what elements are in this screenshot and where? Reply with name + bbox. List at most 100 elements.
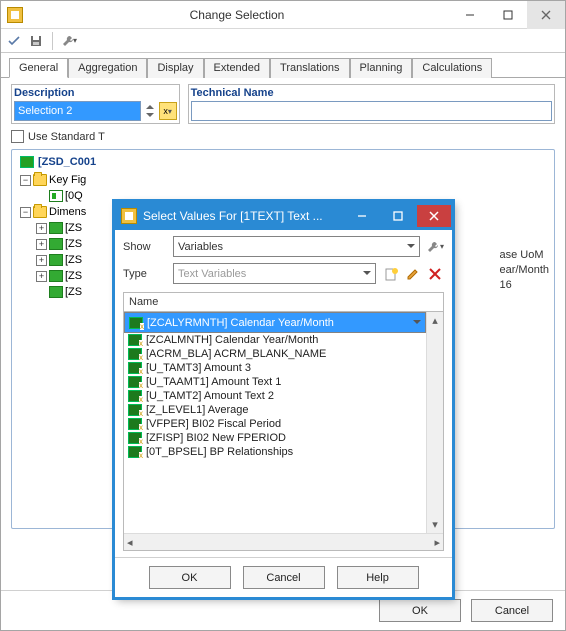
toolbar-separator: [52, 32, 53, 50]
collapse-icon[interactable]: −: [20, 207, 31, 218]
dialog-titlebar[interactable]: Select Values For [1TEXT] Text ...: [115, 202, 452, 230]
dialog-minimize-button[interactable]: [345, 205, 379, 227]
dialog-help-button[interactable]: Help: [337, 566, 419, 589]
description-box: Description x▾: [11, 84, 180, 124]
tree-dimensions[interactable]: Dimens: [49, 204, 86, 220]
dimension-icon: [49, 270, 63, 282]
background-partial-text: ase UoM ear/Month 16: [499, 248, 549, 293]
tree-key-figures[interactable]: Key Fig: [49, 172, 86, 188]
cube-icon: [20, 156, 34, 168]
dimension-icon: [49, 254, 63, 266]
checkbox-icon[interactable]: [11, 130, 24, 143]
variable-icon[interactable]: x▾: [159, 102, 177, 120]
tree-item[interactable]: [0Q: [65, 188, 83, 204]
edit-icon[interactable]: [404, 265, 422, 283]
tab-planning[interactable]: Planning: [350, 58, 413, 78]
description-input[interactable]: [14, 101, 141, 121]
tree-item[interactable]: [ZS: [65, 236, 82, 252]
dialog-maximize-button[interactable]: [381, 205, 415, 227]
vertical-scrollbar[interactable]: ▴ ▾: [426, 312, 443, 533]
technical-name-input[interactable]: [191, 101, 552, 121]
dialog-footer: OK Cancel Help: [115, 557, 452, 597]
dimension-icon: [49, 286, 63, 298]
close-button[interactable]: [527, 1, 565, 29]
variable-item-icon: [128, 362, 142, 374]
list-item: [U_TAMT3] Amount 3: [124, 361, 426, 375]
type-select: Text Variables: [173, 263, 376, 284]
variable-item-icon: [128, 348, 142, 360]
list-item: [VFPER] BI02 Fiscal Period: [124, 417, 426, 431]
list-item: [0T_BPSEL] BP Relationships: [124, 445, 426, 459]
variable-item-icon: [128, 334, 142, 346]
delete-icon[interactable]: [426, 265, 444, 283]
main-toolbar: ▾: [1, 29, 565, 53]
use-standard-text-row[interactable]: Use Standard T: [11, 130, 555, 143]
key-figure-icon: [49, 190, 63, 202]
select-values-dialog: Select Values For [1TEXT] Text ... Show …: [114, 201, 453, 598]
list-item: [ZCALMNTH] Calendar Year/Month: [124, 333, 426, 347]
wrench-dropdown-icon[interactable]: ▾: [426, 238, 444, 256]
ok-button[interactable]: OK: [379, 599, 461, 622]
dialog-ok-button[interactable]: OK: [149, 566, 231, 589]
infoprovider-title: [ZSD_C001: [38, 156, 96, 168]
variable-item-icon: [128, 404, 142, 416]
scroll-left-icon[interactable]: ◂: [127, 536, 133, 549]
folder-icon: [33, 206, 47, 218]
dialog-cancel-button[interactable]: Cancel: [243, 566, 325, 589]
variable-list[interactable]: [ZCALYRMNTH] Calendar Year/Month [ZCALMN…: [123, 312, 444, 551]
app-icon: [7, 7, 23, 23]
tree-item[interactable]: [ZS: [65, 220, 82, 236]
list-header-name[interactable]: Name: [123, 292, 444, 312]
type-label: Type: [123, 268, 167, 280]
variable-item-icon: [128, 390, 142, 402]
maximize-button[interactable]: [489, 1, 527, 29]
technical-name-label: Technical Name: [191, 87, 552, 99]
check-icon[interactable]: [5, 32, 23, 50]
variable-item-icon: [129, 317, 143, 329]
tab-aggregation[interactable]: Aggregation: [68, 58, 147, 78]
dimension-icon: [49, 238, 63, 250]
collapse-icon[interactable]: −: [20, 175, 31, 186]
dialog-icon: [121, 208, 137, 224]
tree-item[interactable]: [ZS: [65, 268, 82, 284]
tab-content: Description x▾ Technical Name Use Standa…: [1, 78, 565, 590]
tree-item[interactable]: [ZS: [65, 252, 82, 268]
tabstrip: General Aggregation Display Extended Tra…: [1, 53, 565, 78]
expand-icon[interactable]: +: [36, 271, 47, 282]
list-item: [U_TAMT2] Amount Text 2: [124, 389, 426, 403]
technical-name-box: Technical Name: [188, 84, 555, 124]
tab-general[interactable]: General: [9, 58, 68, 78]
expand-icon[interactable]: +: [36, 223, 47, 234]
tab-extended[interactable]: Extended: [204, 58, 270, 78]
horizontal-scrollbar[interactable]: ◂ ▸: [124, 533, 443, 550]
list-item: [U_TAAMT1] Amount Text 1: [124, 375, 426, 389]
list-item: [ZFISP] BI02 New FPERIOD: [124, 431, 426, 445]
description-label: Description: [14, 87, 177, 99]
tab-translations[interactable]: Translations: [270, 58, 350, 78]
description-updown-icon[interactable]: [143, 104, 157, 118]
dialog-title: Select Values For [1TEXT] Text ...: [143, 209, 344, 223]
save-icon[interactable]: [27, 32, 45, 50]
window-titlebar: Change Selection: [1, 1, 565, 29]
cancel-button[interactable]: Cancel: [471, 599, 553, 622]
dialog-close-button[interactable]: [417, 205, 451, 227]
scroll-down-icon[interactable]: ▾: [427, 516, 443, 533]
tab-display[interactable]: Display: [147, 58, 203, 78]
tree-item[interactable]: [ZS: [65, 284, 82, 300]
use-standard-text-label: Use Standard T: [28, 131, 105, 143]
show-select[interactable]: Variables: [173, 236, 420, 257]
scroll-up-icon[interactable]: ▴: [427, 312, 443, 329]
show-label: Show: [123, 241, 167, 253]
expand-icon[interactable]: +: [36, 255, 47, 266]
list-item: [Z_LEVEL1] Average: [124, 403, 426, 417]
new-icon[interactable]: [382, 265, 400, 283]
tab-calculations[interactable]: Calculations: [412, 58, 492, 78]
wrench-icon[interactable]: ▾: [60, 32, 78, 50]
expand-icon[interactable]: +: [36, 239, 47, 250]
minimize-button[interactable]: [451, 1, 489, 29]
scroll-right-icon[interactable]: ▸: [434, 536, 440, 549]
variable-item-icon: [128, 432, 142, 444]
list-item: [ACRM_BLA] ACRM_BLANK_NAME: [124, 347, 426, 361]
list-item: [ZCALYRMNTH] Calendar Year/Month: [124, 312, 426, 333]
variable-item-icon: [128, 418, 142, 430]
